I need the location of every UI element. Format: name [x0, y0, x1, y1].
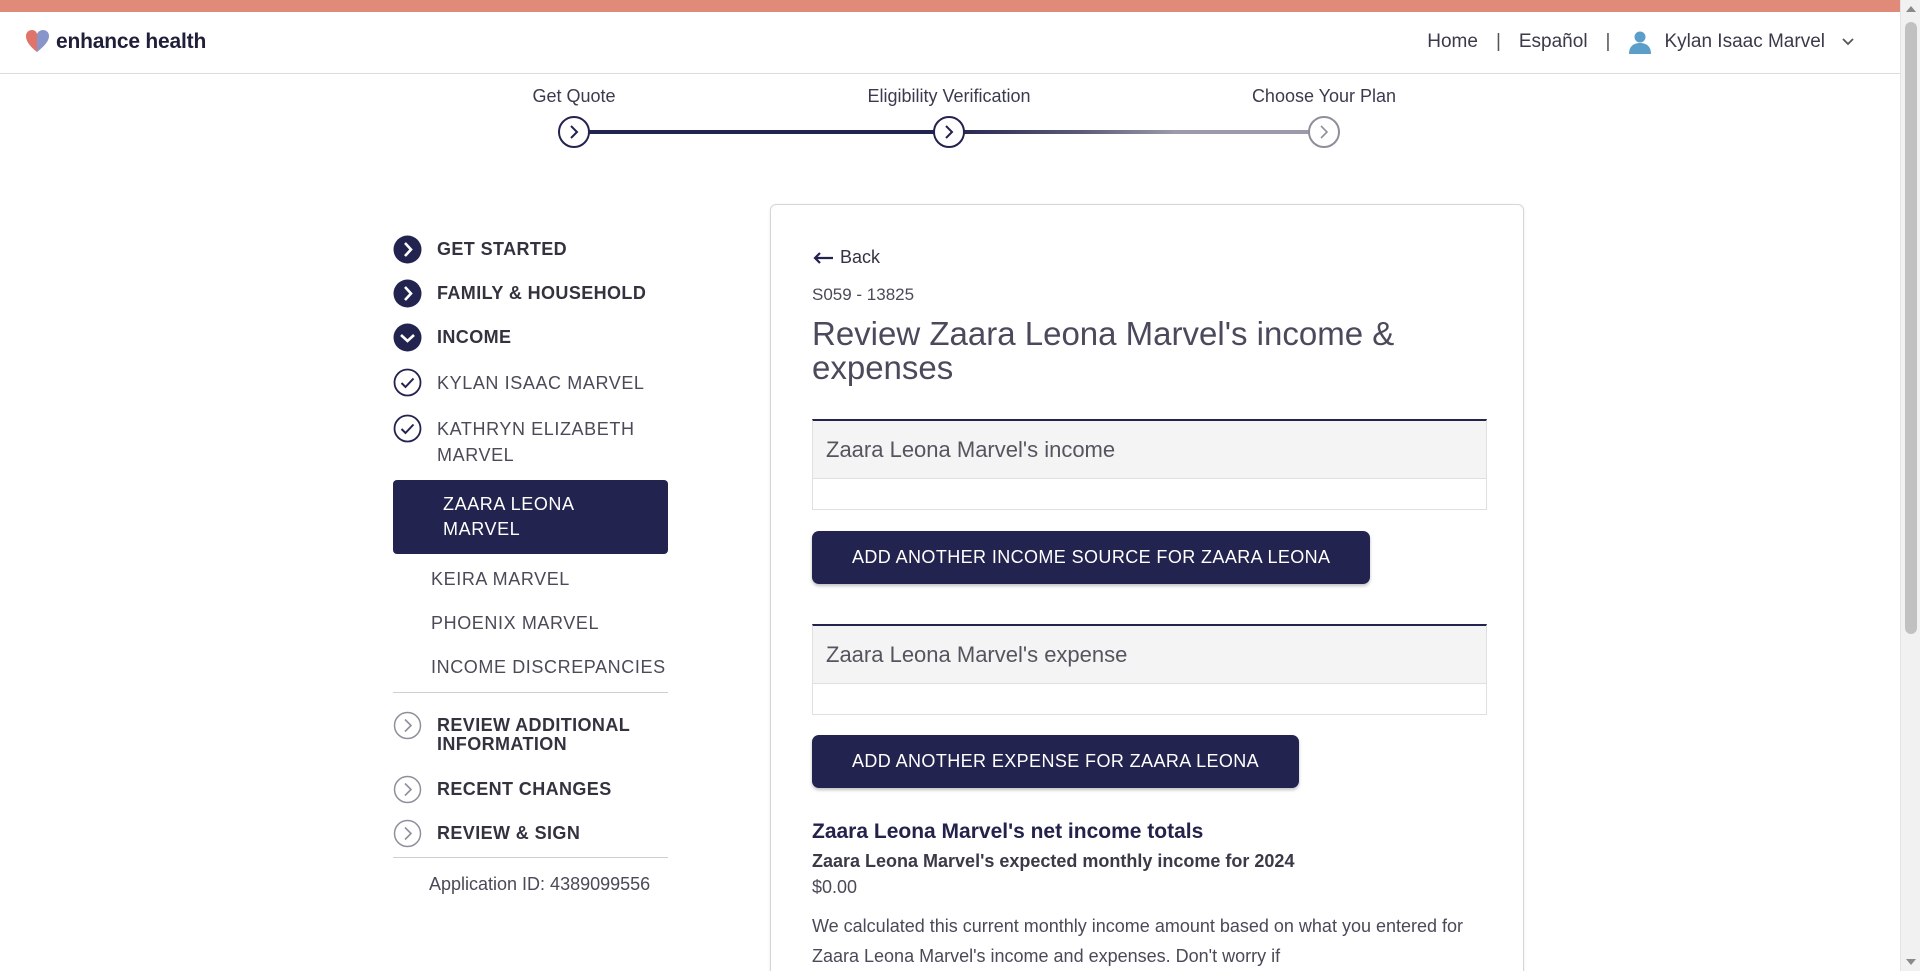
sidebar-divider [393, 857, 668, 858]
sidebar-item-zaara-leona-marvel-active[interactable]: ZAARA LEONA MARVEL [393, 480, 668, 554]
sidebar-divider [393, 692, 668, 693]
chevron-right-icon [1320, 125, 1329, 139]
income-calculation-note: We calculated this current monthly incom… [812, 916, 1464, 966]
scroll-down-arrow-icon[interactable] [1906, 959, 1916, 965]
chevron-right-icon [570, 125, 579, 139]
expected-monthly-income-label: Zaara Leona Marvel's expected monthly in… [812, 851, 1295, 871]
net-income-totals-heading: Zaara Leona Marvel's net income totals [812, 820, 1204, 843]
expected-monthly-income-amount: $0.00 [812, 877, 858, 897]
step-track-upcoming [949, 130, 1324, 134]
sidebar-item-recent-changes[interactable]: RECENT CHANGES [393, 775, 683, 804]
check-circle-icon [393, 414, 422, 443]
expense-section-header: Zaara Leona Marvel's expense [813, 626, 1486, 684]
step-circle-eligibility-verification[interactable] [933, 116, 965, 148]
sidebar-item-label: ZAARA LEONA MARVEL [443, 494, 574, 539]
sidebar-item-label: KATHRYN ELIZABETH MARVEL [437, 419, 635, 465]
brand-name: enhance health [56, 30, 207, 53]
income-section: Zaara Leona Marvel's income [812, 419, 1487, 510]
sidebar-item-label: REVIEW ADDITIONAL INFORMATION [437, 715, 630, 754]
sidebar-item-phoenix-marvel[interactable]: PHOENIX MARVEL [431, 613, 599, 634]
page-scrollbar[interactable] [1900, 0, 1920, 971]
home-link[interactable]: Home [1427, 31, 1478, 53]
sidebar-item-family-household[interactable]: FAMILY & HOUSEHOLD [393, 279, 683, 308]
progress-stepper: Get Quote Eligibility Verification Choos… [0, 74, 1900, 164]
nav-separator: | [1605, 31, 1611, 52]
scrollbar-thumb[interactable] [1905, 22, 1917, 634]
add-expense-button[interactable]: ADD ANOTHER EXPENSE FOR ZAARA LEONA [812, 735, 1300, 788]
back-link[interactable]: Back [812, 247, 880, 268]
heart-logo-icon [26, 30, 49, 52]
chevron-right-outline-icon [393, 819, 422, 848]
top-navigation-bar: enhance health Home | Español | Kylan Is… [0, 12, 1900, 74]
case-id: S059 - 13825 [812, 285, 915, 304]
income-section-header: Zaara Leona Marvel's income [813, 421, 1486, 479]
sidebar-item-keira-marvel[interactable]: KEIRA MARVEL [431, 569, 570, 590]
chevron-down-icon [1842, 38, 1854, 46]
chevron-right-outline-icon [393, 711, 422, 740]
sidebar-item-kathryn-elizabeth-marvel[interactable]: KATHRYN ELIZABETH MARVEL [393, 414, 683, 468]
income-section-body [813, 479, 1486, 509]
user-name: Kylan Isaac Marvel [1664, 31, 1825, 52]
sidebar-item-review-additional-information[interactable]: REVIEW ADDITIONAL INFORMATION [393, 711, 683, 754]
sidebar-item-income-discrepancies[interactable]: INCOME DISCREPANCIES [431, 657, 666, 678]
step-circle-get-quote[interactable] [558, 116, 590, 148]
add-income-source-button[interactable]: ADD ANOTHER INCOME SOURCE FOR ZAARA LEON… [812, 531, 1371, 584]
income-review-card: Back S059 - 13825 Review Zaara Leona Mar… [770, 204, 1524, 971]
chevron-right-outline-icon [393, 775, 422, 804]
step-track-complete [574, 130, 949, 134]
chevron-right-filled-icon [393, 279, 422, 308]
user-avatar-icon [1629, 31, 1652, 54]
sidebar-item-get-started[interactable]: GET STARTED [393, 235, 683, 264]
brand-logo[interactable]: enhance health [24, 28, 206, 56]
language-link[interactable]: Español [1519, 31, 1588, 53]
sidebar-item-label: FAMILY & HOUSEHOLD [437, 283, 647, 303]
sidebar-item-label: KYLAN ISAAC MARVEL [437, 373, 645, 393]
step-circle-choose-your-plan[interactable] [1308, 116, 1340, 148]
top-accent-stripe [0, 0, 1900, 12]
page-title: Review Zaara Leona Marvel's income & exp… [812, 315, 1395, 386]
application-id: Application ID: 4389099556 [429, 874, 651, 894]
sidebar-item-income[interactable]: INCOME [393, 323, 683, 352]
sidebar-item-label: INCOME [437, 327, 512, 347]
sidebar-item-review-and-sign[interactable]: REVIEW & SIGN [393, 819, 683, 848]
back-label: Back [840, 247, 881, 267]
expense-section-body [813, 684, 1486, 714]
header-nav: Home | Español | Kylan Isaac Marvel [1427, 30, 1855, 54]
expense-section: Zaara Leona Marvel's expense [812, 624, 1487, 715]
sidebar-item-label: GET STARTED [437, 239, 568, 259]
step-label-eligibility-verification: Eligibility Verification [867, 86, 1031, 106]
chevron-right-filled-icon [393, 235, 422, 264]
chevron-down-filled-icon [393, 323, 422, 352]
arrow-left-icon [813, 251, 833, 264]
step-label-choose-your-plan: Choose Your Plan [1251, 86, 1397, 106]
step-label-get-quote: Get Quote [532, 86, 616, 106]
sidebar-item-kylan-isaac-marvel[interactable]: KYLAN ISAAC MARVEL [393, 368, 683, 397]
sidebar-item-label: REVIEW & SIGN [437, 823, 581, 843]
user-menu[interactable]: Kylan Isaac Marvel [1628, 30, 1855, 54]
check-circle-icon [393, 368, 422, 397]
chevron-right-icon [945, 125, 954, 139]
scroll-up-arrow-icon[interactable] [1906, 6, 1916, 12]
sidebar-item-label: RECENT CHANGES [437, 779, 612, 799]
nav-separator: | [1495, 31, 1501, 52]
